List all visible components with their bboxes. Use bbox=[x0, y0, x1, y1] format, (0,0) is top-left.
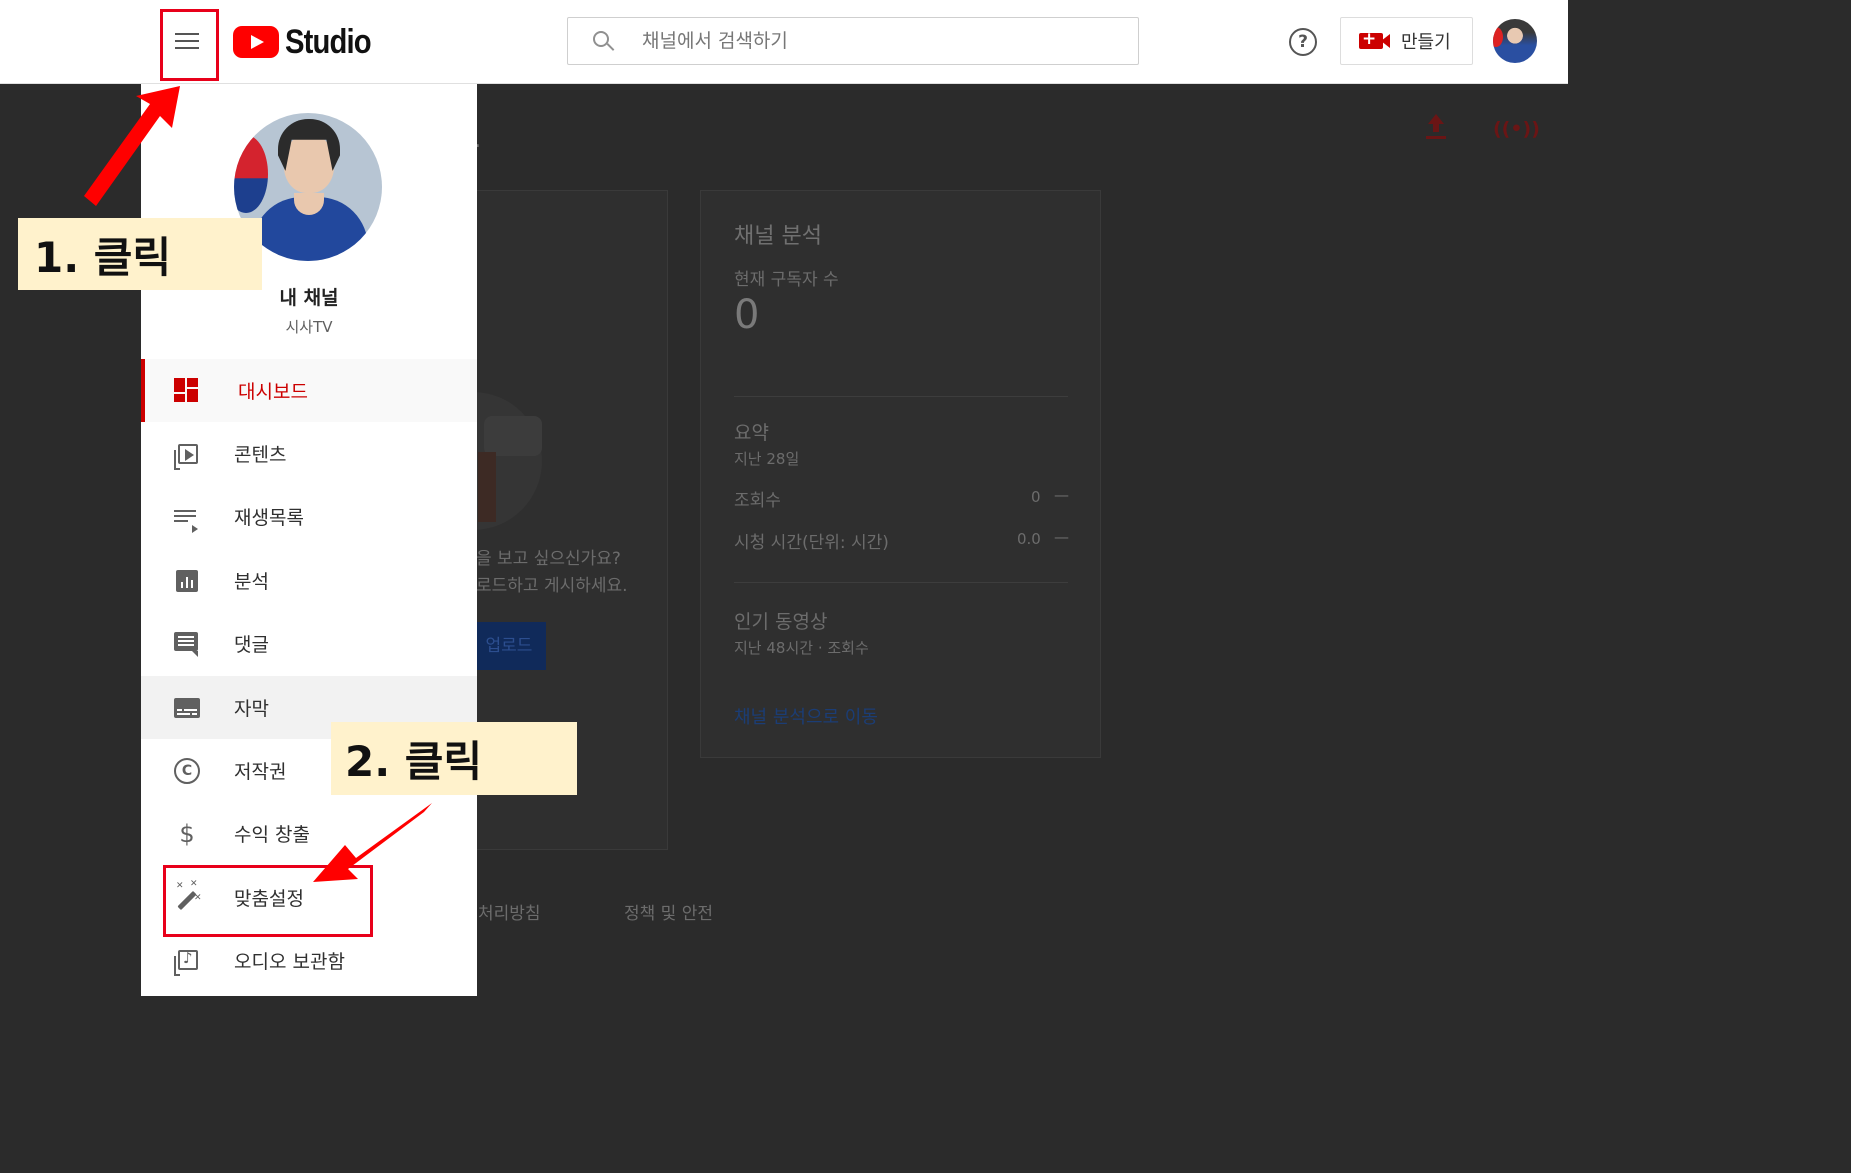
step2-annotation: 2. 클릭 bbox=[331, 722, 577, 795]
callout-arrows bbox=[84, 86, 432, 882]
step1-annotation: 1. 클릭 bbox=[18, 218, 262, 290]
arrow-to-menu bbox=[84, 86, 180, 206]
arrow-to-customization bbox=[313, 803, 432, 882]
